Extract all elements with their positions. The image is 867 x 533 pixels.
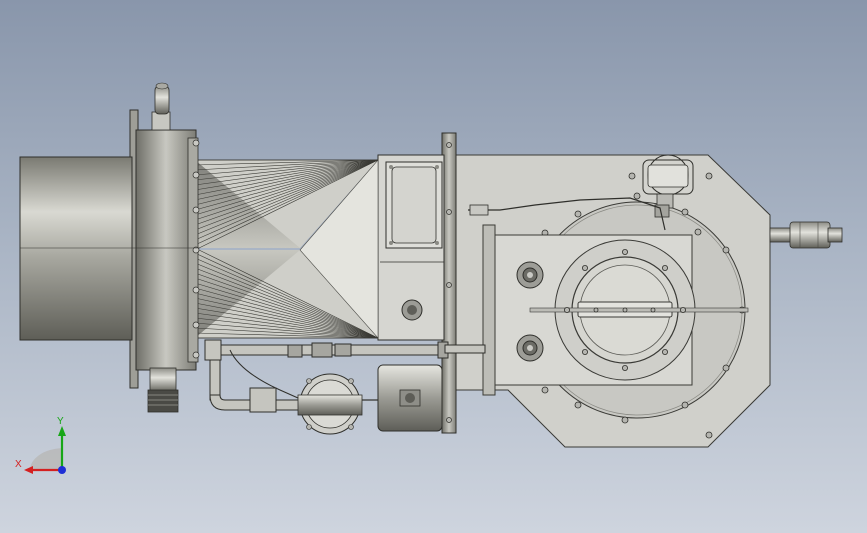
- control-box: [377, 154, 445, 341]
- damper-bearing-top: [516, 261, 544, 289]
- cad-viewport[interactable]: Y X: [0, 0, 867, 533]
- oil-pump: [362, 364, 443, 432]
- front-flange: [129, 109, 200, 389]
- x-axis-label: X: [15, 459, 22, 470]
- fan-cone: [194, 159, 379, 339]
- solenoid-valve: [297, 373, 363, 435]
- model-canvas[interactable]: Y X: [0, 0, 867, 533]
- damper-bearing-bottom: [516, 334, 544, 362]
- right-sensor: [769, 221, 843, 249]
- oil-nozzle: [147, 367, 179, 413]
- pressure-gauge: [151, 82, 171, 131]
- coordinate-triad: Y X: [15, 416, 66, 474]
- y-axis-label: Y: [57, 416, 64, 427]
- cable-connector: [469, 204, 489, 216]
